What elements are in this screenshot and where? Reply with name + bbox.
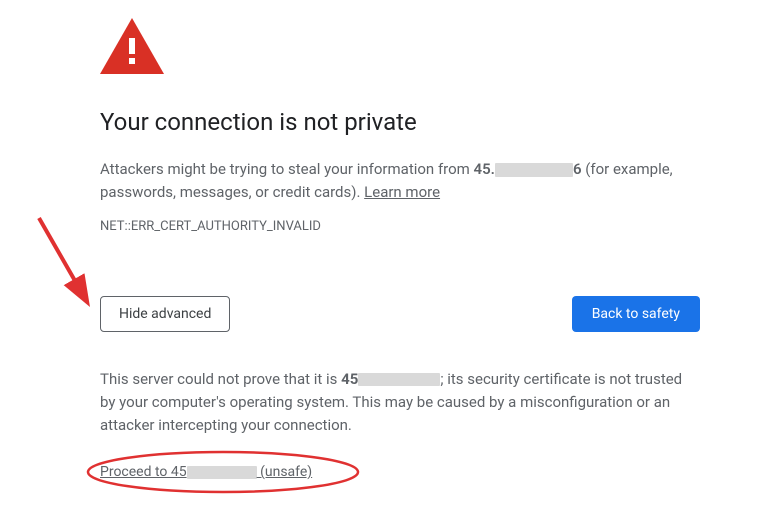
ssl-error-page: Your connection is not private Attackers… [100, 18, 700, 480]
hide-advanced-button[interactable]: Hide advanced [100, 296, 230, 332]
redacted-host-part [495, 163, 573, 177]
warning-triangle-icon [100, 18, 700, 78]
advanced-host: 45 [341, 370, 440, 388]
redacted-host-part [358, 373, 440, 387]
button-row: Hide advanced Back to safety [100, 296, 700, 332]
page-title: Your connection is not private [100, 108, 700, 136]
back-to-safety-button[interactable]: Back to safety [572, 296, 700, 332]
proceed-unsafe-link[interactable]: Proceed to 45 (unsafe) [100, 464, 312, 480]
error-code: NET::ERR_CERT_AUTHORITY_INVALID [100, 219, 700, 234]
host-bold: 45.6 [474, 160, 582, 178]
body-text-pre: Attackers might be trying to steal your … [100, 160, 474, 178]
advanced-explanation: This server could not prove that it is 4… [100, 368, 700, 438]
warning-body: Attackers might be trying to steal your … [100, 158, 700, 205]
redacted-host-part [187, 466, 257, 479]
learn-more-link[interactable]: Learn more [364, 183, 440, 201]
